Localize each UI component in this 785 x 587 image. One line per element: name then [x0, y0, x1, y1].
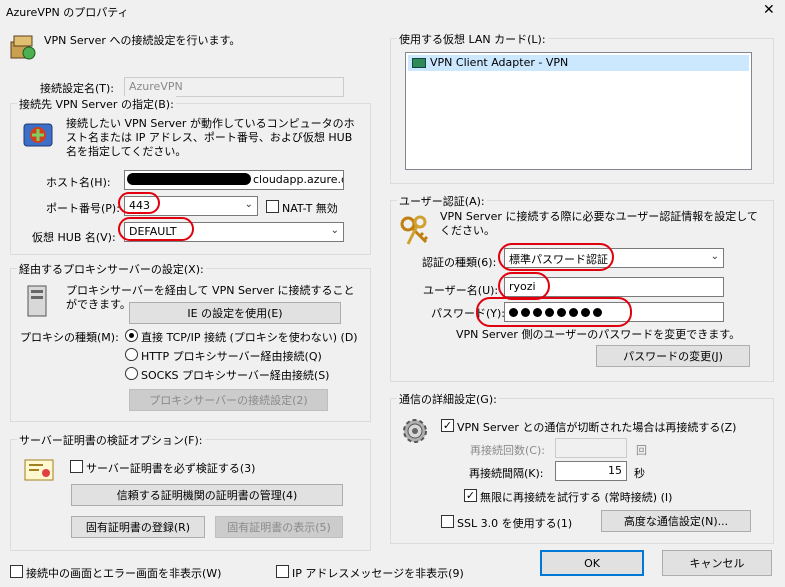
interval-label: 再接続間隔(K): [469, 467, 544, 480]
auth-description: VPN Server に接続する際に必要なユーザー認証情報を設定してください。 [440, 210, 758, 237]
chevron-down-icon: ⌄ [330, 225, 339, 236]
password-note: VPN Server 側のユーザーのパスワードを変更できます。 [456, 328, 741, 341]
radio-direct-label: 直接 TCP/IP 接続 (プロキシを使わない) (D) [141, 331, 358, 344]
password-mask-dot [533, 308, 542, 317]
verify-cert-checkbox[interactable] [70, 460, 83, 473]
password-mask-dot [557, 308, 566, 317]
host-label: ホスト名(H): [46, 176, 111, 189]
chevron-down-icon: ⌄ [710, 251, 719, 262]
host-redaction [127, 173, 251, 185]
radio-socks-label: SOCKS プロキシサーバー経由接続(S) [141, 369, 330, 382]
hide-status-checkbox[interactable] [10, 565, 23, 578]
close-icon[interactable]: ✕ [763, 2, 775, 18]
connection-name-label: 接続設定名(T): [40, 82, 115, 95]
register-cert-button[interactable]: 固有証明書の登録(R) [71, 516, 205, 538]
auth-type-label: 認証の種類(6): [422, 256, 497, 269]
lan-list[interactable]: VPN Client Adapter - VPN [405, 52, 752, 170]
auth-type-combo[interactable]: 標準パスワード認証 ⌄ [504, 248, 724, 268]
vpn-server-icon [8, 32, 38, 62]
password-mask-dot [569, 308, 578, 317]
password-label: パスワード(Y): [431, 307, 506, 320]
cancel-button[interactable]: キャンセル [662, 550, 772, 576]
certificate-icon [24, 458, 54, 482]
radio-direct[interactable] [125, 329, 138, 342]
proxy-server-icon [26, 284, 48, 318]
ssl3-label: SSL 3.0 を使用する(1) [457, 517, 573, 530]
use-ie-settings-button[interactable]: IE の設定を使用(E) [129, 302, 341, 324]
port-combo[interactable]: 443 ⌄ [124, 196, 258, 216]
proxy-type-label: プロキシの種類(M): [20, 331, 119, 344]
manage-ca-button[interactable]: 信頼する証明機関の証明書の管理(4) [71, 484, 343, 506]
interval-input[interactable]: 15 [555, 461, 627, 481]
show-cert-button[interactable]: 固有証明書の表示(5) [215, 516, 343, 538]
network-computer-icon [22, 120, 54, 152]
change-password-button[interactable]: パスワードの変更(J) [596, 345, 750, 367]
password-mask-dot [545, 308, 554, 317]
interval-suffix: 秒 [634, 467, 645, 480]
ok-button[interactable]: OK [540, 550, 644, 576]
lan-item-label: VPN Client Adapter - VPN [430, 56, 569, 69]
ssl3-checkbox[interactable] [441, 515, 454, 528]
comm-group-title: 通信の詳細設定(G): [397, 391, 499, 407]
connection-name-field[interactable]: AzureVPN [124, 77, 344, 97]
username-input[interactable]: ryozi [504, 277, 724, 297]
radio-http[interactable] [125, 348, 138, 361]
hub-combo[interactable]: DEFAULT ⌄ [124, 222, 344, 242]
hub-value: DEFAULT [129, 225, 177, 238]
list-item[interactable]: VPN Client Adapter - VPN [408, 55, 749, 71]
hide-status-label: 接続中の画面とエラー画面を非表示(W) [26, 567, 222, 580]
window-title: AzureVPN のプロパティ [6, 6, 129, 19]
password-mask-dot [509, 308, 518, 317]
verify-cert-label: サーバー証明書を必ず検証する(3) [86, 462, 256, 475]
natt-label: NAT-T 無効 [282, 202, 338, 215]
retry-count-label: 再接続回数(C): [470, 444, 545, 457]
radio-socks[interactable] [125, 367, 138, 380]
infinite-retry-label: 無限に再接続を試行する (常時接続) (I) [480, 491, 673, 504]
key-icon [398, 214, 432, 248]
server-description: 接続したい VPN Server が動作しているコンピュータのホスト名または I… [66, 117, 355, 158]
reconnect-label: VPN Server との通信が切断された場合は再接続する(Z) [457, 421, 737, 434]
server-group-title: 接続先 VPN Server の指定(B): [17, 96, 176, 112]
radio-http-label: HTTP プロキシサーバー経由接続(Q) [141, 350, 322, 363]
port-value: 443 [129, 199, 150, 212]
auth-type-value: 標準パスワード認証 [509, 253, 608, 266]
gear-icon [398, 414, 432, 448]
lan-group-title: 使用する仮想 LAN カード(L): [397, 31, 548, 47]
password-mask-dot [581, 308, 590, 317]
password-input[interactable] [504, 302, 724, 322]
network-adapter-icon [412, 58, 426, 68]
reconnect-checkbox[interactable]: ✓ [441, 419, 454, 432]
retry-count-suffix: 回 [636, 444, 647, 457]
port-label: ポート番号(P): [46, 202, 120, 215]
infinite-retry-checkbox[interactable]: ✓ [464, 489, 477, 502]
username-label: ユーザー名(U): [423, 284, 499, 297]
password-mask-dot [521, 308, 530, 317]
natt-checkbox[interactable] [266, 200, 279, 213]
cert-group-title: サーバー証明書の検証オプション(F): [17, 432, 205, 448]
chevron-down-icon: ⌄ [244, 199, 253, 210]
password-mask-dot [593, 308, 602, 317]
advanced-settings-button[interactable]: 高度な通信設定(N)... [601, 510, 751, 532]
hide-ip-checkbox[interactable] [276, 565, 289, 578]
header-text: VPN Server への接続設定を行います。 [44, 34, 241, 47]
retry-count-input[interactable] [555, 438, 627, 458]
proxy-group-title: 経由するプロキシサーバーの設定(X): [17, 261, 206, 277]
hide-ip-label: IP アドレスメッセージを非表示(9) [292, 567, 464, 580]
proxy-settings-button[interactable]: プロキシサーバーの接続設定(2) [129, 389, 328, 411]
hub-label: 仮想 HUB 名(V): [32, 231, 116, 244]
auth-group-title: ユーザー認証(A): [397, 193, 487, 209]
